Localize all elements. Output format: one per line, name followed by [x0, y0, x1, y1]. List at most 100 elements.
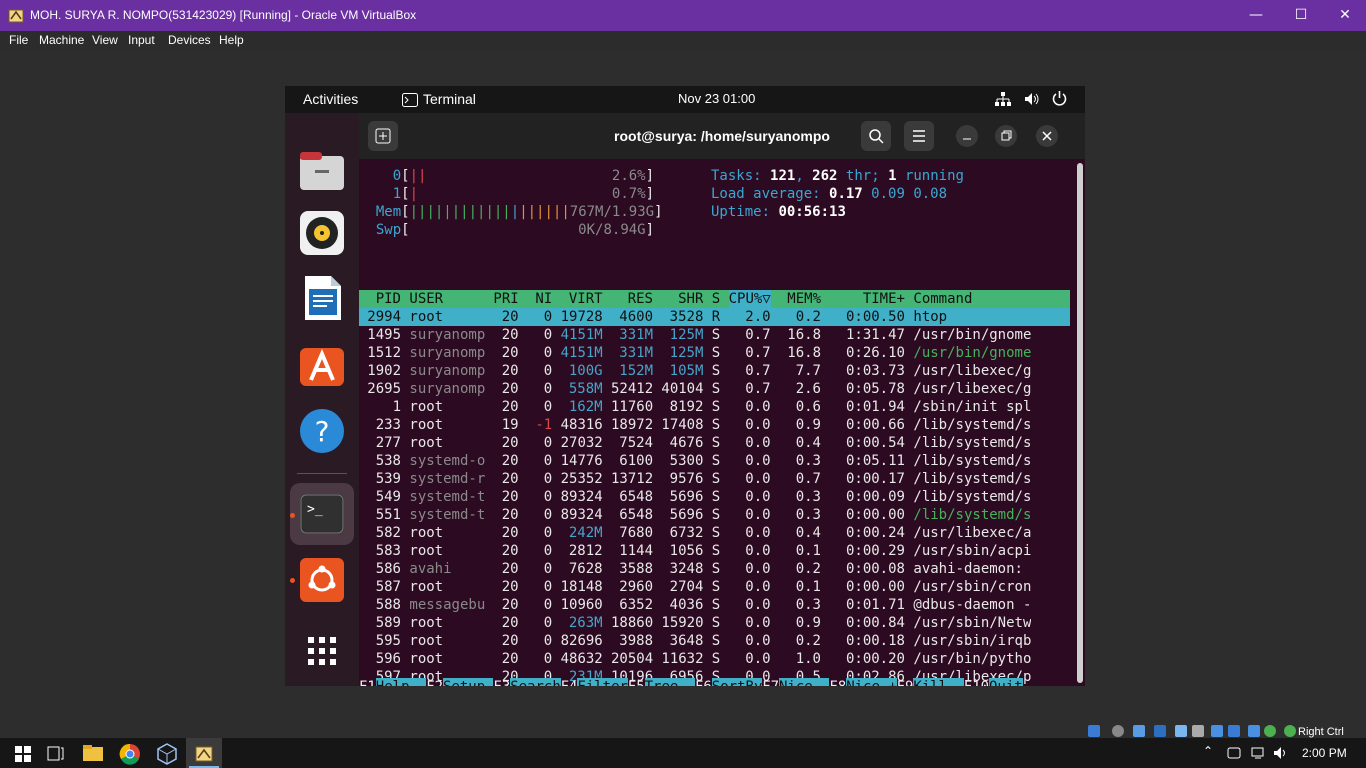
menu-input[interactable]: Input: [128, 33, 155, 47]
display-icon[interactable]: [1211, 725, 1223, 737]
cell-cmd: /usr/libexec/a: [913, 525, 1031, 541]
column-header-s[interactable]: S: [712, 290, 720, 308]
fkey-setup-button[interactable]: Setup: [443, 678, 494, 686]
cell-s: S: [711, 363, 721, 379]
cell-s: S: [711, 417, 721, 433]
ubuntu-software-icon[interactable]: [299, 557, 345, 603]
show-apps-icon[interactable]: [299, 628, 345, 674]
cell-pid: 539: [375, 471, 401, 487]
column-header-user[interactable]: USER: [409, 290, 485, 308]
cell-user: root: [409, 435, 444, 451]
file-explorer-icon[interactable]: [76, 740, 110, 767]
usb-icon[interactable]: [1175, 725, 1187, 737]
running-indicator: [290, 513, 295, 518]
terminal-maximize-button[interactable]: [995, 125, 1017, 147]
files-icon[interactable]: [299, 148, 345, 194]
fkey-help-button[interactable]: Help: [375, 678, 427, 686]
cell-time: 0:26.10: [845, 345, 905, 361]
cell-mem: 0.3: [795, 597, 821, 613]
column-header-time[interactable]: TIME+: [829, 290, 905, 308]
fkey-filter-button[interactable]: Filter: [577, 678, 628, 686]
help-icon[interactable]: ?: [299, 408, 345, 454]
terminal-minimize-button[interactable]: [956, 125, 978, 147]
cpu-indicator-icon[interactable]: [1248, 725, 1260, 737]
app-center-icon[interactable]: [299, 342, 345, 388]
libreoffice-writer-icon[interactable]: [299, 275, 345, 321]
fkey-nice-button[interactable]: Nice +: [846, 678, 897, 686]
task-view-icon[interactable]: [38, 740, 72, 767]
tasks-summary: Tasks: 121, 262 thr; 1 running: [711, 168, 964, 184]
network-adapter-icon[interactable]: [1154, 725, 1166, 737]
menu-view[interactable]: View: [92, 33, 118, 47]
column-header-res[interactable]: RES: [611, 290, 653, 308]
shared-folders-icon[interactable]: [1192, 725, 1204, 737]
audio-icon[interactable]: [1133, 725, 1145, 737]
vm-window-taskbar-icon[interactable]: [187, 740, 221, 767]
cell-pid: 587: [375, 579, 401, 595]
minimize-button[interactable]: —: [1233, 0, 1279, 31]
cell-virt: 242M: [568, 525, 603, 541]
cell-mem: 0.2: [795, 561, 821, 577]
cell-user: systemd-r: [409, 471, 485, 487]
menu-devices[interactable]: Devices: [168, 33, 211, 47]
cell-cmd: /lib/systemd/s: [913, 471, 1031, 487]
tray-volume-icon[interactable]: [1273, 746, 1289, 760]
tray-overflow-icon[interactable]: ⌃: [1203, 744, 1213, 758]
search-button[interactable]: [861, 121, 891, 151]
activities-button[interactable]: Activities: [303, 91, 358, 107]
fkey-kill-button[interactable]: Kill: [913, 678, 964, 686]
terminal-dock-icon[interactable]: >_: [299, 491, 345, 537]
cell-time: 0:01.94: [845, 399, 905, 415]
rhythmbox-icon[interactable]: [299, 210, 345, 256]
fkey-tree-button[interactable]: Tree: [644, 678, 695, 686]
column-header-mem[interactable]: MEM%: [779, 290, 821, 308]
hard-disk-icon[interactable]: [1088, 725, 1100, 737]
cell-s: S: [711, 543, 721, 559]
maximize-button[interactable]: ☐: [1278, 0, 1324, 31]
terminal-close-button[interactable]: [1036, 125, 1058, 147]
fkey-f1: F1: [359, 678, 376, 686]
close-button[interactable]: ✕: [1322, 0, 1366, 31]
tray-meet-icon[interactable]: [1227, 746, 1241, 760]
menu-file[interactable]: File: [9, 33, 28, 47]
vbox-manager-icon[interactable]: [150, 740, 184, 767]
gnome-top-bar: Activities Terminal Nov 23 01:00: [285, 86, 1085, 113]
recording-icon[interactable]: [1228, 725, 1240, 737]
cell-s: S: [711, 471, 721, 487]
windows-start-icon[interactable]: [6, 740, 40, 767]
column-header-cmd[interactable]: Command: [913, 290, 1031, 308]
volume-icon[interactable]: [1024, 92, 1040, 106]
menu-button[interactable]: [904, 121, 934, 151]
cell-ni: 0: [543, 399, 553, 415]
cell-shr: 9576: [669, 471, 704, 487]
chrome-icon[interactable]: [113, 740, 147, 767]
cell-pid: 549: [375, 489, 401, 505]
menu-machine[interactable]: Machine: [39, 33, 84, 47]
fkey-sortby-button[interactable]: SortBy: [711, 678, 762, 686]
column-header-pri[interactable]: PRI: [493, 290, 518, 308]
column-header-shr[interactable]: SHR: [661, 290, 703, 308]
terminal-scrollbar[interactable]: [1077, 163, 1083, 683]
cell-s: S: [711, 561, 721, 577]
system-clock[interactable]: 2:00 PM: [1302, 746, 1347, 760]
cell-cpu: 0.0: [745, 597, 771, 613]
network-icon[interactable]: [995, 92, 1011, 106]
fkey-quit-button[interactable]: Quit: [989, 678, 1023, 686]
column-header-virt[interactable]: VIRT: [561, 290, 603, 308]
fkey-search-button[interactable]: Search: [510, 678, 561, 686]
cell-shr: 3648: [669, 633, 704, 649]
column-header-pid[interactable]: PID: [359, 290, 401, 308]
column-header-ni[interactable]: NI: [527, 290, 552, 308]
app-menu-terminal[interactable]: Terminal: [423, 91, 476, 107]
keyboard-capture-icon[interactable]: [1284, 725, 1296, 737]
clock[interactable]: Nov 23 01:00: [678, 91, 755, 106]
optical-drive-icon[interactable]: [1112, 725, 1124, 737]
fkey-nice-button[interactable]: Nice -: [779, 678, 830, 686]
mouse-integration-icon[interactable]: [1264, 725, 1276, 737]
fkey-f2: F2: [426, 678, 443, 686]
menu-help[interactable]: Help: [219, 33, 244, 47]
power-icon[interactable]: [1052, 91, 1067, 106]
column-header-cpu[interactable]: CPU%▽: [728, 290, 771, 308]
tray-network-icon[interactable]: [1251, 746, 1267, 760]
hamburger-icon: [913, 130, 925, 142]
